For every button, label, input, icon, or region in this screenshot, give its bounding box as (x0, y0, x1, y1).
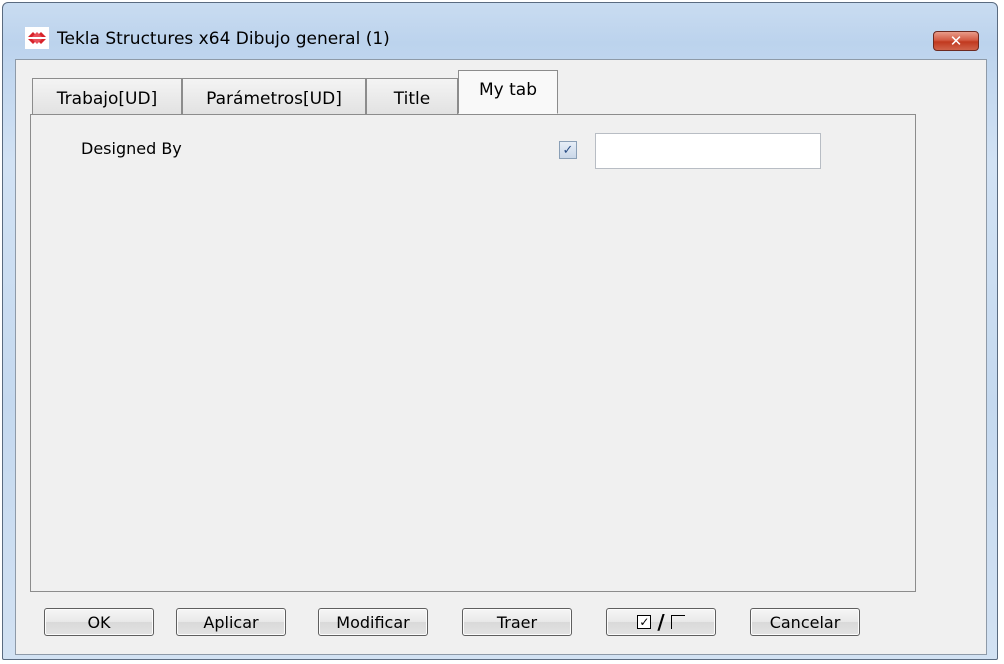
close-icon: ✕ (949, 32, 963, 50)
unchecked-box-icon (670, 615, 685, 629)
designed-by-label: Designed By (81, 139, 182, 158)
tab-title[interactable]: Title (366, 78, 458, 114)
close-button[interactable]: ✕ (933, 31, 979, 51)
tekla-app-icon (25, 27, 49, 49)
tab-label: Title (393, 89, 431, 109)
tab-label: Trabajo[UD] (56, 89, 158, 109)
window-title: Tekla Structures x64 Dibujo general (1) (57, 29, 390, 49)
modify-button[interactable]: Modificar (318, 608, 428, 636)
designed-by-field[interactable] (595, 133, 821, 169)
apply-button[interactable]: Aplicar (176, 608, 286, 636)
tab-label: Parámetros[UD] (206, 89, 342, 109)
get-button[interactable]: Traer (462, 608, 572, 636)
cancel-button[interactable]: Cancelar (750, 608, 860, 636)
tab-label: My tab (478, 80, 537, 100)
tab-my-tab[interactable]: My tab (458, 70, 558, 114)
dialog-client-area: Trabajo[UD] Parámetros[UD] Title My tab … (15, 59, 987, 655)
checked-box-icon: ✓ (637, 615, 652, 629)
tab-panel-my-tab: Designed By ✓ (30, 114, 916, 592)
designed-by-enable-checkbox[interactable]: ✓ (559, 141, 577, 159)
title-bar[interactable]: Tekla Structures x64 Dibujo general (1) … (3, 3, 997, 51)
slash-icon: / (657, 610, 665, 634)
tab-trabajo[interactable]: Trabajo[UD] (32, 78, 182, 114)
toggle-all-checkboxes-button[interactable]: ✓ / (606, 608, 716, 636)
checkmark-icon: ✓ (562, 142, 574, 158)
check-toggle-icon: ✓ / (637, 610, 685, 634)
ok-button[interactable]: OK (44, 608, 154, 636)
dialog-window: Tekla Structures x64 Dibujo general (1) … (2, 2, 998, 660)
tab-parametros[interactable]: Parámetros[UD] (182, 78, 366, 114)
